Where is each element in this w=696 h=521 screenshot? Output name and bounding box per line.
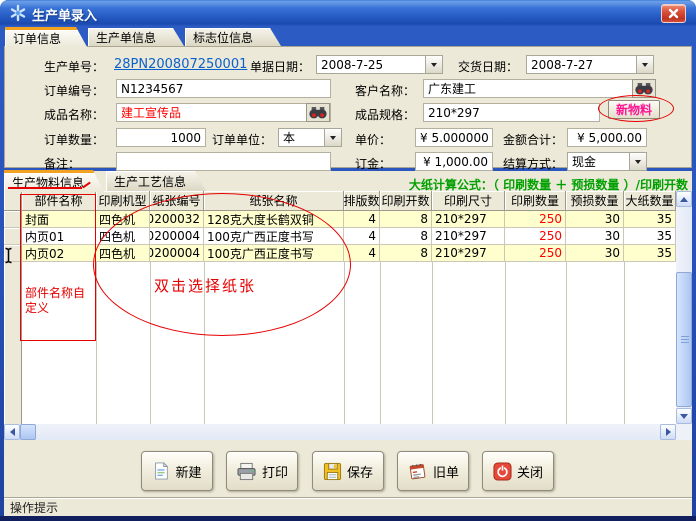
close-window-button[interactable] xyxy=(661,4,686,23)
unit-price-label: 单价： xyxy=(355,131,391,148)
order-qty-input[interactable] xyxy=(116,128,206,147)
remark-input[interactable] xyxy=(116,152,331,171)
print-button[interactable]: 打印 xyxy=(226,451,298,491)
horizontal-scrollbar[interactable] xyxy=(4,424,676,440)
table-row[interactable]: 内页01 四色机 10200004 100克广西正度书写 4 8 210*297… xyxy=(4,228,676,245)
binoculars-icon xyxy=(308,105,328,120)
app-star-icon xyxy=(9,4,27,22)
settlement-label: 结算方式： xyxy=(503,155,563,172)
window-title: 生产单录入 xyxy=(32,5,97,24)
row-selector-column xyxy=(4,262,22,424)
production-order-window: 生产单录入 订单信息 生产单信息 标志位信息 生产单号： 28PN2008072… xyxy=(0,0,696,521)
production-no-label: 生产单号： xyxy=(44,58,104,75)
chevron-down-icon[interactable] xyxy=(324,129,341,146)
remark-label: 备注： xyxy=(44,155,80,172)
vertical-scrollbar[interactable] xyxy=(676,191,692,424)
col-header-paper-qty[interactable]: 大纸数量 xyxy=(624,191,676,211)
col-header-paper-name[interactable]: 纸张名称 xyxy=(204,191,344,211)
vertical-scroll-thumb[interactable] xyxy=(676,272,692,407)
product-spec-input[interactable] xyxy=(423,103,600,122)
order-unit-select[interactable]: 本 xyxy=(278,128,342,147)
table-row[interactable]: 内页02 四色机 10200004 100克广西正度书写 4 8 210*297… xyxy=(4,245,676,262)
order-no-input[interactable] xyxy=(116,79,331,98)
row-selector[interactable] xyxy=(4,245,22,262)
chevron-down-icon[interactable] xyxy=(425,56,442,73)
scrollbar-corner xyxy=(676,424,692,440)
chevron-down-icon[interactable] xyxy=(629,153,646,170)
old-order-button[interactable]: 旧单 xyxy=(397,451,469,491)
scroll-down-button[interactable] xyxy=(676,408,692,424)
big-paper-formula: 大纸计算公式：（ 印刷数量 ＋ 预损数量 ）/印刷开数 xyxy=(409,176,688,193)
new-document-icon xyxy=(152,461,170,481)
amount-input[interactable] xyxy=(567,128,647,147)
window-bottom-border xyxy=(0,516,696,521)
arrow-left-icon xyxy=(10,428,15,436)
new-button[interactable]: 新建 xyxy=(141,451,213,491)
order-qty-label: 订单数量： xyxy=(44,131,104,148)
settlement-select[interactable]: 现金 xyxy=(567,152,647,171)
deposit-input[interactable] xyxy=(415,152,493,171)
col-header-paper-code[interactable]: 纸张编号 xyxy=(150,191,204,211)
table-header-row: 部件名称 印刷机型 纸张编号 纸张名称 排版数 印刷开数 印刷尺寸 印刷数量 预… xyxy=(4,191,676,211)
save-button[interactable]: 保存 xyxy=(312,451,384,491)
doc-date-label: 单据日期： xyxy=(250,58,310,75)
scroll-right-button[interactable] xyxy=(660,424,676,440)
row-selector[interactable] xyxy=(4,228,22,245)
amount-label: 金额合计： xyxy=(503,131,563,148)
binoculars-icon xyxy=(634,81,654,96)
close-x-icon xyxy=(668,8,679,19)
table-row[interactable]: 封面 四色机 10200032 128克大度长鹤双铜 4 8 210*297 2… xyxy=(4,211,676,228)
product-name-label: 成品名称： xyxy=(44,106,104,123)
col-header-print-qty[interactable]: 印刷数量 xyxy=(505,191,566,211)
col-header-part-name[interactable]: 部件名称 xyxy=(22,191,96,211)
horizontal-scroll-thumb[interactable] xyxy=(20,424,36,440)
close-power-icon xyxy=(493,462,512,481)
row-selector[interactable] xyxy=(4,211,22,228)
production-no-value[interactable]: 28PN200807250001 xyxy=(114,57,247,72)
customer-input[interactable] xyxy=(423,79,637,98)
product-name-input[interactable] xyxy=(116,103,331,122)
close-button[interactable]: 关闭 xyxy=(482,451,554,491)
old-order-notebook-icon xyxy=(407,462,428,481)
scroll-up-button[interactable] xyxy=(676,191,692,207)
new-material-button[interactable]: 新物料 xyxy=(608,100,660,119)
chevron-down-icon[interactable] xyxy=(636,56,653,73)
tab-production-info[interactable]: 生产单信息 xyxy=(88,28,184,46)
col-header-machine[interactable]: 印刷机型 xyxy=(96,191,150,211)
product-lookup-button[interactable] xyxy=(306,103,330,122)
tab-order-info[interactable]: 订单信息 xyxy=(5,27,87,47)
customer-lookup-button[interactable] xyxy=(632,79,656,98)
doc-date-select[interactable]: 2008-7-25 xyxy=(316,55,443,74)
order-unit-label: 订单单位： xyxy=(212,131,272,148)
col-header-loss-qty[interactable]: 预损数量 xyxy=(566,191,624,211)
material-table: 部件名称 印刷机型 纸张编号 纸张名称 排版数 印刷开数 印刷尺寸 印刷数量 预… xyxy=(4,191,676,424)
arrow-up-icon xyxy=(680,197,688,202)
unit-price-input[interactable] xyxy=(415,128,493,147)
order-no-label: 订单编号： xyxy=(44,82,104,99)
save-floppy-icon xyxy=(323,462,342,481)
tab-flag-info[interactable]: 标志位信息 xyxy=(185,28,281,46)
deposit-label: 订金： xyxy=(355,155,391,172)
arrow-down-icon xyxy=(680,414,688,419)
printer-icon xyxy=(236,462,257,481)
col-header-print-cut[interactable]: 印刷开数 xyxy=(380,191,432,211)
status-text: 操作提示 xyxy=(10,499,58,516)
scroll-left-button[interactable] xyxy=(4,424,20,440)
col-header-layout-num[interactable]: 排版数 xyxy=(344,191,380,211)
row-selector-header xyxy=(4,191,22,211)
tab-process-info[interactable]: 生产工艺信息 xyxy=(106,171,206,191)
delivery-date-label: 交货日期： xyxy=(458,58,518,75)
customer-label: 客户名称： xyxy=(355,82,415,99)
col-header-print-size[interactable]: 印刷尺寸 xyxy=(432,191,505,211)
tab-material-info[interactable]: 生产物料信息 xyxy=(4,170,104,192)
delivery-date-select[interactable]: 2008-7-27 xyxy=(526,55,654,74)
product-spec-label: 成品规格： xyxy=(355,106,415,123)
arrow-right-icon xyxy=(666,428,671,436)
titlebar: 生产单录入 xyxy=(0,0,696,26)
status-bar: 操作提示 xyxy=(4,497,692,516)
